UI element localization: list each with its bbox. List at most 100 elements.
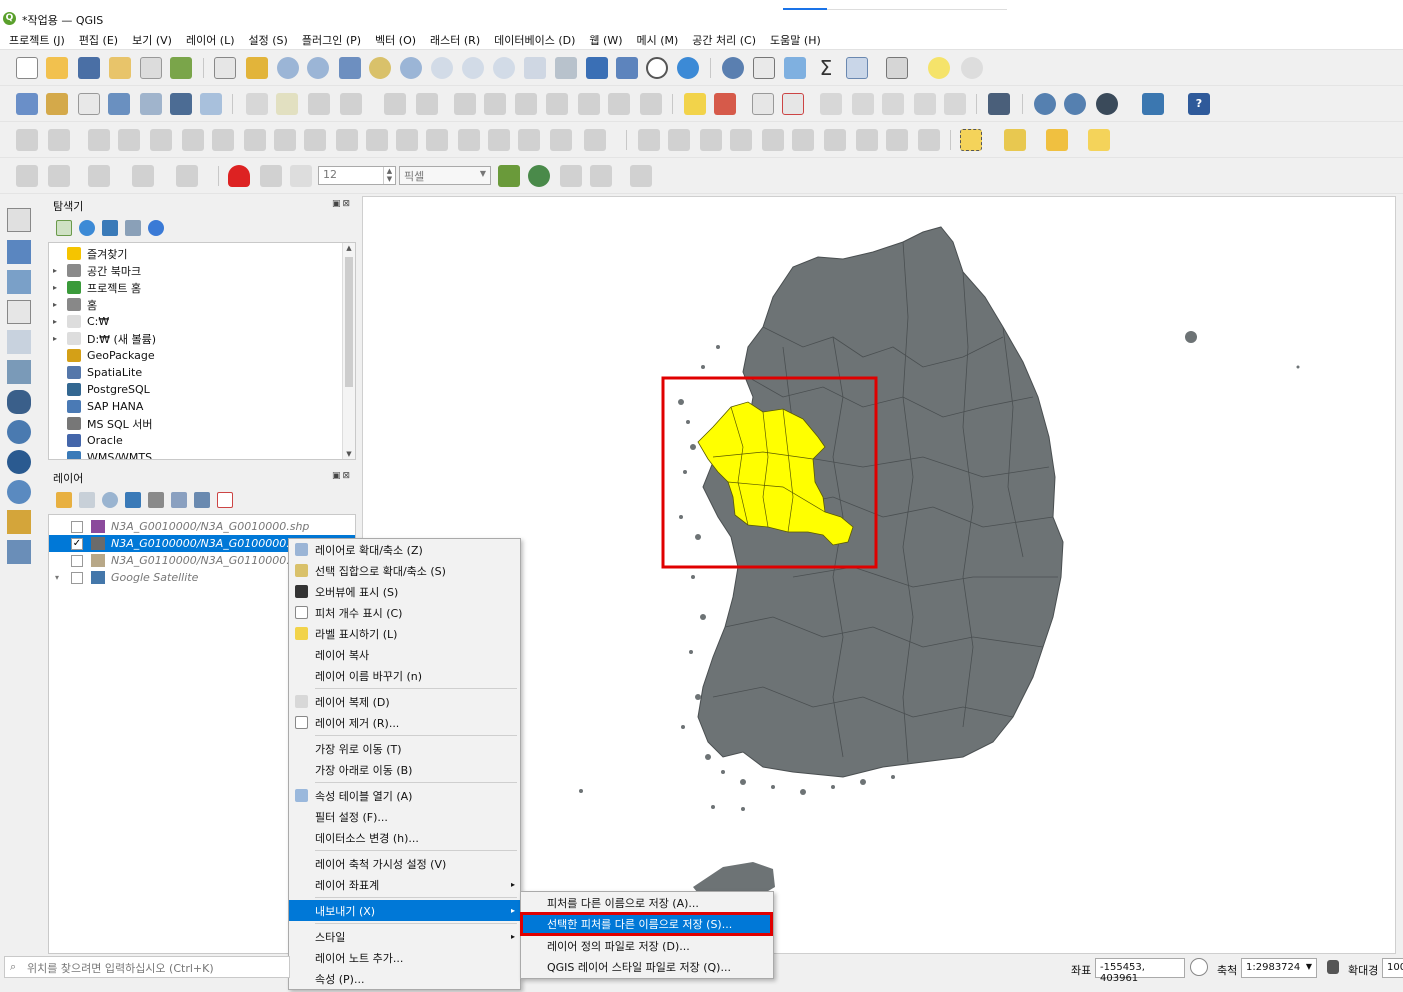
digitizing-12-icon[interactable] xyxy=(366,129,388,151)
context-menu-item[interactable]: 데이터소스 변경 (h)... xyxy=(289,827,520,848)
context-menu-item[interactable]: 레이어 좌표계 ▸ xyxy=(289,874,520,895)
panel-float-close-icon[interactable]: ▣⊠ xyxy=(332,471,352,481)
browser-scrollbar[interactable]: ▲ ▼ xyxy=(342,243,355,459)
show-hide-labels-icon[interactable] xyxy=(914,93,936,115)
context-menu-item[interactable]: 레이어 노트 추가... xyxy=(289,947,520,968)
manage-map-themes-icon[interactable] xyxy=(102,492,118,508)
menu-processing[interactable]: 공간 처리 (C) xyxy=(692,32,756,48)
move-label-icon[interactable] xyxy=(820,93,842,115)
modify-attributes-icon[interactable] xyxy=(416,93,438,115)
new-print-layout-icon[interactable] xyxy=(109,57,131,79)
zoom-last-icon[interactable] xyxy=(462,57,484,79)
new-bookmark-icon[interactable] xyxy=(586,57,608,79)
remove-layer-icon[interactable] xyxy=(217,492,233,508)
browser-item[interactable]: PostgreSQL xyxy=(49,381,355,398)
browser-item[interactable]: Oracle xyxy=(49,432,355,449)
digitizing-19-icon[interactable] xyxy=(584,129,606,151)
menu-help[interactable]: 도움말 (H) xyxy=(770,32,821,48)
filter-icon[interactable] xyxy=(102,220,118,236)
export-menu-item[interactable]: 피처를 다른 이름으로 저장 (A)... xyxy=(521,892,773,914)
digitizing-5-icon[interactable] xyxy=(150,129,172,151)
layer-symbol-swatch[interactable] xyxy=(91,520,105,533)
shape-10-icon[interactable] xyxy=(918,129,940,151)
menu-view[interactable]: 보기 (V) xyxy=(132,32,172,48)
layer-item[interactable]: N3A_G0010000/N3A_G0010000.shp xyxy=(49,518,355,535)
digitizing-9-icon[interactable] xyxy=(274,129,296,151)
digitizing-7-icon[interactable] xyxy=(212,129,234,151)
context-menu-item[interactable]: 속성 테이블 열기 (A) xyxy=(289,785,520,806)
context-menu-item[interactable]: 라벨 표시하기 (L) xyxy=(289,623,520,644)
rotate-label-icon[interactable] xyxy=(852,93,874,115)
zoom-full-icon[interactable] xyxy=(339,57,361,79)
refresh-icon[interactable] xyxy=(677,57,699,79)
add-selected-icon[interactable] xyxy=(56,220,72,236)
deselect-all-icon[interactable] xyxy=(1046,129,1068,151)
context-menu-item[interactable]: 레이어 이름 바꾸기 (n) xyxy=(289,665,520,686)
menu-database[interactable]: 데이터베이스 (D) xyxy=(494,32,575,48)
select-by-value-icon[interactable] xyxy=(1004,129,1026,151)
pan-to-selection-icon[interactable] xyxy=(246,57,268,79)
new-spatialite-layer-icon[interactable] xyxy=(108,93,130,115)
snap-units-select[interactable]: 픽셀 ▼ xyxy=(399,166,491,185)
diagram-icon[interactable] xyxy=(714,93,736,115)
new-temporary-layer-icon[interactable] xyxy=(140,93,162,115)
new-map-view-icon[interactable] xyxy=(524,57,546,79)
snap-tolerance-input[interactable]: 12 ▲ ▼ xyxy=(318,166,396,185)
zoom-in-icon[interactable] xyxy=(277,57,299,79)
scale-combobox[interactable]: 1:2983724 ▼ xyxy=(1241,958,1317,978)
digitizing-14-icon[interactable] xyxy=(426,129,448,151)
browser-item[interactable]: ▸ 홈 xyxy=(49,296,355,313)
help-icon[interactable]: ? xyxy=(1188,93,1210,115)
menu-vector[interactable]: 벡터 (O) xyxy=(375,32,416,48)
expand-arrow-icon[interactable]: ▸ xyxy=(49,283,61,292)
add-geopackage-icon[interactable] xyxy=(7,510,31,534)
digitizing-15-icon[interactable] xyxy=(458,129,480,151)
layer-visibility-checkbox[interactable]: ✓ xyxy=(71,537,83,550)
snap-tracing-options-icon[interactable] xyxy=(590,165,612,187)
show-bookmarks-icon[interactable] xyxy=(616,57,638,79)
style-manager-icon[interactable] xyxy=(170,57,192,79)
new-3d-map-view-icon[interactable] xyxy=(555,57,577,79)
metasearch-icon[interactable] xyxy=(1034,93,1056,115)
browser-item[interactable]: GeoPackage xyxy=(49,347,355,364)
digitizing-4-icon[interactable] xyxy=(118,129,140,151)
menu-project[interactable]: 프로젝트 (J) xyxy=(9,32,65,48)
menu-layer[interactable]: 레이어 (L) xyxy=(186,32,235,48)
menu-plugins[interactable]: 플러그인 (P) xyxy=(302,32,361,48)
magnet-snapping-icon[interactable] xyxy=(228,165,250,187)
add-mesh-layer-icon[interactable] xyxy=(7,270,31,294)
delete-selected-icon[interactable] xyxy=(454,93,476,115)
menu-web[interactable]: 웹 (W) xyxy=(589,32,622,48)
context-menu-item[interactable]: 레이어 제거 (R)... xyxy=(289,712,520,733)
digitizing-6-icon[interactable] xyxy=(182,129,204,151)
undo-icon[interactable] xyxy=(578,93,600,115)
add-vector-layer-icon[interactable] xyxy=(7,208,31,232)
context-menu-item[interactable]: 가장 아래로 이동 (B) xyxy=(289,759,520,780)
topology-editing-icon[interactable] xyxy=(498,165,520,187)
expand-arrow-icon[interactable]: ▾ xyxy=(55,573,59,582)
filter-expression-icon[interactable] xyxy=(148,492,164,508)
browser-item[interactable]: 즐겨찾기 xyxy=(49,245,355,262)
digitizing-3-icon[interactable] xyxy=(88,129,110,151)
redo-2-icon[interactable] xyxy=(640,93,662,115)
context-menu-item[interactable]: 스타일 ▸ xyxy=(289,926,520,947)
new-project-icon[interactable] xyxy=(16,57,38,79)
expand-arrow-icon[interactable]: ▸ xyxy=(49,300,61,309)
info-icon[interactable] xyxy=(148,220,164,236)
add-delimited-text-icon[interactable] xyxy=(7,300,31,324)
zoom-native-icon[interactable] xyxy=(431,57,453,79)
digitizing-11-icon[interactable] xyxy=(336,129,358,151)
data-source-manager-icon[interactable] xyxy=(16,93,38,115)
highlight-labels-icon[interactable] xyxy=(782,93,804,115)
add-wfs-icon[interactable] xyxy=(7,450,31,474)
add-group-icon[interactable] xyxy=(79,492,95,508)
locate-icon[interactable] xyxy=(961,57,983,79)
wms-search-icon[interactable] xyxy=(1064,93,1086,115)
scroll-thumb[interactable] xyxy=(345,257,353,387)
scroll-up-icon[interactable]: ▲ xyxy=(343,244,355,252)
context-menu-item[interactable]: 속성 (P)... xyxy=(289,968,520,989)
shape-3-icon[interactable] xyxy=(700,129,722,151)
snap-5-icon[interactable] xyxy=(176,165,198,187)
label-abc-icon[interactable] xyxy=(684,93,706,115)
spin-arrows-icon[interactable]: ▲ ▼ xyxy=(383,167,395,184)
